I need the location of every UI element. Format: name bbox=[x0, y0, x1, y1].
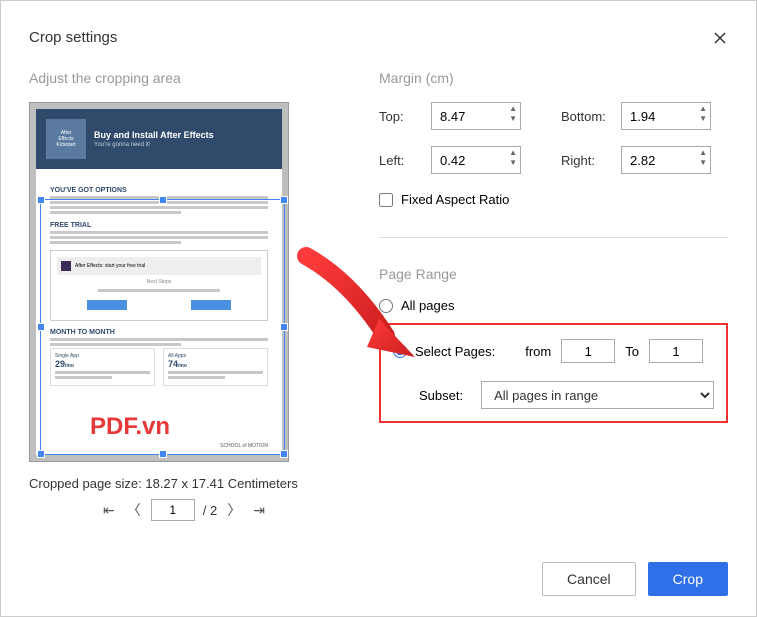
cropped-size-label: Cropped page size: 18.27 x 17.41 Centime… bbox=[29, 476, 339, 491]
preview-banner-sub: You're gonna need it! bbox=[94, 142, 214, 148]
crop-button[interactable]: Crop bbox=[648, 562, 728, 596]
spin-down-icon[interactable]: ▼ bbox=[699, 158, 707, 168]
spin-up-icon[interactable]: ▲ bbox=[699, 148, 707, 158]
select-pages-radio[interactable] bbox=[393, 344, 407, 358]
pager-input[interactable] bbox=[151, 499, 195, 521]
margin-top-input[interactable] bbox=[431, 102, 521, 130]
divider bbox=[379, 237, 728, 238]
spin-down-icon[interactable]: ▼ bbox=[699, 114, 707, 124]
cancel-button[interactable]: Cancel bbox=[542, 562, 636, 596]
fixed-aspect-checkbox[interactable] bbox=[379, 193, 393, 207]
preview-heading-trial: FREE TRIAL bbox=[50, 222, 268, 229]
spin-up-icon[interactable]: ▲ bbox=[699, 104, 707, 114]
spin-down-icon[interactable]: ▼ bbox=[509, 158, 517, 168]
all-pages-label: All pages bbox=[401, 298, 454, 313]
preview-heading-month: MONTH TO MONTH bbox=[50, 329, 268, 336]
margin-right-input[interactable] bbox=[621, 146, 711, 174]
pager-last-icon[interactable]: ⇥ bbox=[251, 502, 267, 519]
left-label: Left: bbox=[379, 153, 431, 168]
pager-prev-icon[interactable]: 〈 bbox=[125, 500, 143, 520]
spin-down-icon[interactable]: ▼ bbox=[509, 114, 517, 124]
watermark: PDF.vn bbox=[90, 413, 170, 441]
pager-next-icon[interactable]: 〉 bbox=[225, 500, 243, 520]
fixed-aspect-label: Fixed Aspect Ratio bbox=[401, 192, 509, 207]
preview-container[interactable]: After Effects Kickstart Buy and Install … bbox=[29, 102, 339, 462]
to-label: To bbox=[625, 344, 639, 359]
preview-banner-icon: After Effects Kickstart bbox=[46, 119, 86, 159]
pager: ⇤ 〈 / 2 〉 ⇥ bbox=[29, 499, 339, 521]
annotation-highlight: Select Pages: from To Subset: All pages … bbox=[379, 323, 728, 423]
subset-select[interactable]: All pages in range bbox=[481, 381, 714, 409]
preview-page: After Effects Kickstart Buy and Install … bbox=[29, 102, 289, 462]
to-input[interactable] bbox=[649, 339, 703, 363]
preview-footer: SCHOOL of MOTION bbox=[220, 443, 268, 449]
preview-heading-options: YOU'VE GOT OPTIONS bbox=[50, 187, 268, 194]
from-input[interactable] bbox=[561, 339, 615, 363]
subset-label: Subset: bbox=[419, 388, 463, 403]
close-icon[interactable] bbox=[712, 30, 728, 46]
all-pages-radio[interactable] bbox=[379, 299, 393, 313]
margin-left-input[interactable] bbox=[431, 146, 521, 174]
preview-banner-title: Buy and Install After Effects bbox=[94, 130, 214, 140]
select-pages-label: Select Pages: bbox=[415, 344, 495, 359]
margin-bottom-input[interactable] bbox=[621, 102, 711, 130]
spin-up-icon[interactable]: ▲ bbox=[509, 104, 517, 114]
spin-up-icon[interactable]: ▲ bbox=[509, 148, 517, 158]
pager-total: / 2 bbox=[203, 503, 217, 518]
dialog-title: Crop settings bbox=[29, 29, 117, 46]
from-label: from bbox=[525, 344, 551, 359]
top-label: Top: bbox=[379, 109, 431, 124]
page-range-title: Page Range bbox=[379, 266, 728, 282]
bottom-label: Bottom: bbox=[561, 109, 621, 124]
adjust-area-label: Adjust the cropping area bbox=[29, 70, 339, 86]
margin-title: Margin (cm) bbox=[379, 70, 728, 86]
right-label: Right: bbox=[561, 153, 621, 168]
pager-first-icon[interactable]: ⇤ bbox=[101, 502, 117, 519]
